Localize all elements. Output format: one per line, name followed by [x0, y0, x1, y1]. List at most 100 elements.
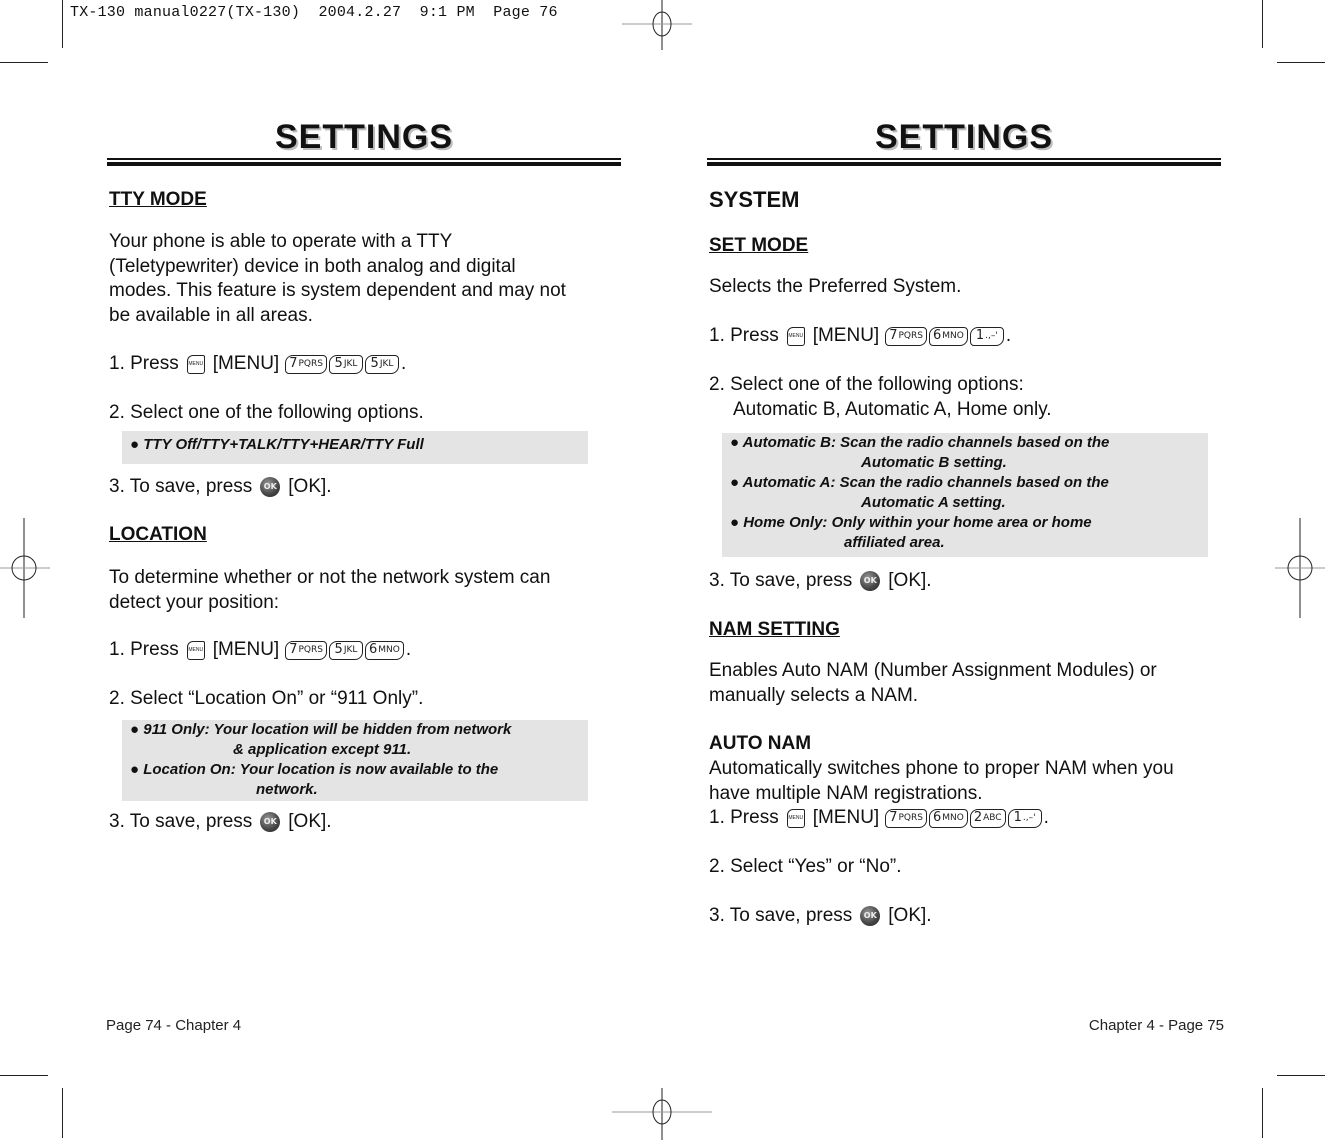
tty-step-3: 3. To save, press OK [OK]. [109, 475, 332, 500]
registration-mark-icon [612, 0, 712, 54]
section-heading-auto-nam: AUTO NAM [709, 733, 812, 754]
location-step-1: 1. Press MENU [MENU] 7 PQRS 5 JKL 6 MNO . [109, 638, 411, 663]
step-text: 1. Press [709, 807, 779, 828]
registration-mark-icon [0, 518, 50, 618]
note-line: ● 911 Only: Your location will be hidden… [130, 721, 512, 738]
note-line: ● Location On: Your location is now avai… [130, 761, 499, 778]
text-line: Enables Auto NAM (Number Assignment Modu… [709, 660, 1157, 681]
ok-key-icon: OK [860, 571, 881, 592]
location-step-2: 2. Select “Location On” or “911 Only”. [109, 688, 424, 709]
registration-mark-icon [612, 1080, 712, 1140]
section-heading-location: LOCATION [109, 524, 207, 545]
registration-mark-icon [1275, 518, 1325, 618]
keypad-7-icon: 7 PQRS [285, 354, 327, 374]
menu-key-icon: MENU [186, 640, 205, 660]
text-line: detect your position: [109, 591, 280, 613]
text-line: modes. This feature is system dependent … [109, 280, 566, 301]
location-description: To determine whether or not the network … [109, 566, 550, 615]
step-text: [OK]. [288, 811, 332, 832]
ok-key-icon: OK [260, 477, 281, 498]
step-text: 1. Press [109, 353, 179, 374]
tty-options-note: ● TTY Off/TTY+TALK/TTY+HEAR/TTY Full [122, 431, 588, 464]
tty-step-2: 2. Select one of the following options. [109, 402, 424, 423]
auto-nam-description: Automatically switches phone to proper N… [709, 757, 1174, 806]
crop-mark [62, 0, 63, 48]
title-rule [707, 162, 1221, 166]
step-text: 3. To save, press [109, 476, 253, 497]
step-text: . [400, 353, 407, 374]
menu-key-icon: MENU [786, 326, 805, 346]
keypad-6-icon: 6 MNO [364, 640, 404, 660]
text-line: To determine whether or not the network … [109, 567, 551, 588]
keypad-7-icon: 7 PQRS [885, 326, 927, 346]
note-line: Automatic B setting. [861, 454, 1007, 471]
crop-mark [1277, 1075, 1325, 1076]
note-line: ● Automatic A: Scan the radio channels b… [730, 474, 1109, 491]
keypad-6-icon: 6 MNO [928, 808, 968, 828]
step-text: [OK]. [288, 476, 332, 497]
step-text: 1. Press [109, 639, 179, 660]
crop-mark [1262, 0, 1263, 48]
keypad-1-icon: 1 .,–' [969, 326, 1004, 346]
step-text: 1. Press [709, 325, 779, 346]
keypad-5-icon: 5 JKL [364, 354, 399, 374]
title-rule [707, 158, 1221, 160]
ok-key-icon: OK [260, 812, 281, 833]
page-title: SETTINGS [874, 118, 1054, 156]
text-line: manually selects a NAM. [709, 684, 919, 706]
section-heading-nam-setting: NAM SETTING [709, 619, 840, 640]
menu-label: [MENU] [212, 353, 280, 374]
set-mode-step-2: 2. Select one of the following options: … [709, 373, 1052, 422]
set-mode-step-1: 1. Press MENU [MENU] 7 PQRS 6 MNO 1 .,–' . [709, 324, 1011, 349]
title-rule [107, 158, 621, 160]
step-text: . [1043, 807, 1049, 828]
text-line: be available in all areas. [109, 304, 313, 326]
note-line: & application except 911. [233, 741, 412, 758]
menu-label: [MENU] [812, 807, 880, 828]
step-text: [OK]. [888, 905, 932, 926]
note-line: ● TTY Off/TTY+TALK/TTY+HEAR/TTY Full [130, 436, 424, 453]
location-step-3: 3. To save, press OK [OK]. [109, 810, 332, 835]
crop-mark [1277, 62, 1325, 63]
keypad-7-icon: 7 PQRS [885, 808, 927, 828]
text-line: (Teletypewriter) device in both analog a… [109, 255, 516, 277]
keypad-5-icon: 5 JKL [328, 640, 363, 660]
note-line: network. [256, 781, 318, 798]
crop-mark [1262, 1088, 1263, 1138]
nam-setting-description: Enables Auto NAM (Number Assignment Modu… [709, 659, 1157, 708]
section-heading-tty-mode: TTY MODE [109, 189, 207, 210]
note-line: affiliated area. [844, 534, 945, 551]
step-text: 3. To save, press [109, 811, 253, 832]
tty-description: Your phone is able to operate with a TTY… [109, 230, 566, 328]
page-title: SETTINGS [274, 118, 454, 156]
text-line: Your phone is able to operate with a TTY [109, 231, 453, 252]
keypad-5-icon: 5 JKL [328, 354, 363, 374]
text-line: have multiple NAM registrations. [709, 782, 983, 804]
keypad-1-icon: 1 .,–' [1007, 808, 1042, 828]
note-line: ● Home Only: Only within your home area … [730, 514, 1092, 531]
text-line: Automatically switches phone to proper N… [709, 758, 1174, 779]
keypad-6-icon: 6 MNO [928, 326, 968, 346]
title-rule [107, 162, 621, 166]
set-mode-options-note: ● Automatic B: Scan the radio channels b… [722, 433, 1208, 557]
auto-nam-step-2: 2. Select “Yes” or “No”. [709, 856, 902, 877]
auto-nam-step-3: 3. To save, press OK [OK]. [709, 904, 932, 929]
page-footer: Page 74 - Chapter 4 [106, 1017, 242, 1034]
step-text: [OK]. [888, 570, 932, 591]
menu-key-icon: MENU [786, 808, 805, 828]
menu-key-icon: MENU [186, 354, 205, 374]
auto-nam-step-1: 1. Press MENU [MENU] 7 PQRS 6 MNO 2 ABC 1.,… [709, 806, 1049, 831]
section-heading-system: SYSTEM [709, 187, 800, 212]
note-line: ● Automatic B: Scan the radio channels b… [730, 434, 1110, 451]
step-text: 3. To save, press [709, 570, 853, 591]
menu-label: [MENU] [812, 325, 880, 346]
step-text: 3. To save, press [709, 905, 853, 926]
ok-key-icon: OK [860, 906, 881, 927]
text-line: 2. Select one of the following options: [709, 374, 1024, 395]
tty-step-1: 1. Press MENU [MENU] 7 PQRS 5 JKL 5 JKL . [109, 352, 406, 377]
set-mode-description: Selects the Preferred System. [709, 276, 962, 297]
crop-mark [0, 1075, 48, 1076]
section-heading-set-mode: SET MODE [709, 235, 809, 256]
set-mode-step-3: 3. To save, press OK [OK]. [709, 569, 932, 594]
text-line: Automatic B, Automatic A, Home only. [733, 398, 1052, 420]
